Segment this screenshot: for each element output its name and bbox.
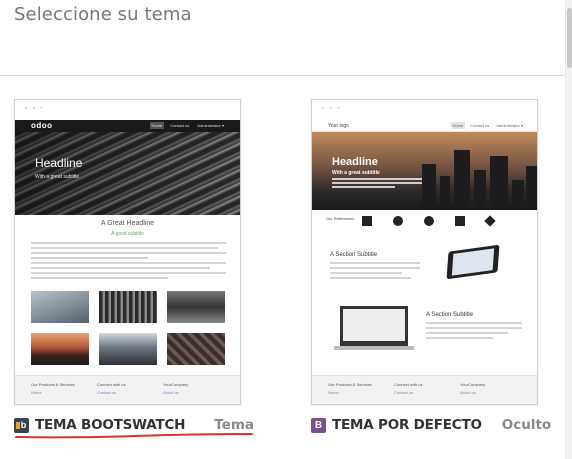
preview-headline: Headline [35, 156, 83, 170]
footer-link: Home [31, 390, 42, 395]
reference-logo-icon [362, 216, 372, 226]
preview-thumbnail [99, 333, 157, 365]
reference-logo-icon [424, 216, 434, 226]
preview-thumbnail [99, 291, 157, 323]
theme-card-default[interactable]: • • • Your logo Home Contact us Administ… [311, 99, 538, 405]
scrollbar[interactable] [565, 0, 572, 459]
preview-references-label: Our References [326, 216, 355, 221]
footer-link: About us [163, 390, 179, 395]
bootswatch-logo-icon: b [14, 417, 29, 433]
preview-footer: Our Products & Services Home Connect with… [312, 375, 537, 404]
preview-text-lines [31, 242, 226, 282]
footer-col-title: YourCompany [460, 382, 486, 387]
preview-hero-image: Headline With a great subtitle [15, 132, 240, 215]
preview-section-subtitle: A Section Subtitle [426, 312, 474, 318]
preview-text-lines [426, 322, 522, 342]
theme-name: TEMA POR DEFECTO [332, 417, 482, 433]
preview-menu: Home Contact us Administrator ▾ [149, 122, 226, 129]
preview-hero-image: Headline With a great subtitle [312, 132, 537, 210]
theme-status-tag: Oculto [501, 417, 552, 433]
preview-navbar: odoo Home Contact us Administrator ▾ [15, 120, 240, 132]
scrollbar-thumb[interactable] [567, 8, 572, 68]
reference-logo-icon [484, 215, 496, 227]
window-dots: • • • [322, 106, 342, 112]
preview-reference-logos [362, 215, 496, 227]
footer-col-title: Connect with us [394, 382, 423, 387]
preview-thumbnail [167, 333, 225, 365]
preview-laptop-image [340, 306, 408, 346]
footer-link: Contact us [394, 390, 414, 395]
theme-status-tag: Tema [214, 417, 255, 433]
preview-menu-item: Home [149, 122, 165, 129]
preview-thumbnail [31, 291, 89, 323]
footer-link: Contact us [97, 390, 117, 395]
footer-col-title: Our Products & Services [328, 382, 372, 387]
preview-logo: odoo [31, 121, 53, 130]
footer-col-title: Connect with us [97, 382, 126, 387]
theme-label-default[interactable]: B TEMA POR DEFECTO Oculto [311, 417, 551, 433]
preview-subtitle: With a great subtitle [35, 174, 80, 180]
preview-menu-item: Contact us [470, 123, 490, 128]
preview-section-title: A Great Headline [100, 220, 155, 227]
theme-name: TEMA BOOTSWATCH [35, 417, 186, 433]
preview-text-lines [330, 262, 420, 282]
default-theme-b-icon: B [311, 417, 326, 433]
footer-col-title: YourCompany [163, 382, 189, 387]
preview-logo: Your logo [328, 123, 349, 129]
header: Seleccione su tema [0, 0, 572, 76]
preview-thumbnail [31, 333, 89, 365]
reference-logo-icon [455, 216, 465, 226]
preview-menu-item: Contact us [170, 123, 190, 128]
preview-image-grid [31, 291, 225, 365]
preview-navbar: Your logo Home Contact us Administrator … [312, 120, 537, 132]
preview-thumbnail [167, 291, 225, 323]
preview-menu-item: Administrator ▾ [197, 123, 224, 128]
footer-link: Home [328, 390, 339, 395]
page-title: Seleccione su tema [14, 4, 192, 25]
theme-card-bootswatch[interactable]: • • • odoo Home Contact us Administrator… [14, 99, 241, 405]
preview-menu: Home Contact us Administrator ▾ [450, 122, 525, 129]
preview-subtitle: With a great subtitle [332, 170, 380, 176]
window-dots: • • • [25, 106, 45, 112]
footer-col-title: Our Products & Services [31, 382, 75, 387]
preview-phone-image [446, 244, 500, 280]
preview-section-subtitle: A good subtitle [111, 231, 144, 237]
preview-description [332, 178, 422, 190]
preview-headline: Headline [332, 156, 378, 168]
red-underline-annotation [15, 433, 253, 439]
footer-link: About us [460, 390, 476, 395]
reference-logo-icon [393, 216, 403, 226]
preview-menu-item: Home [450, 122, 466, 129]
preview-section-subtitle: A Section Subtitle [330, 252, 378, 258]
preview-menu-item: Administrator ▾ [496, 123, 523, 128]
theme-label-bootswatch[interactable]: b TEMA BOOTSWATCH Tema [14, 417, 254, 433]
preview-footer: Our Products & Services Home Connect with… [15, 375, 240, 404]
